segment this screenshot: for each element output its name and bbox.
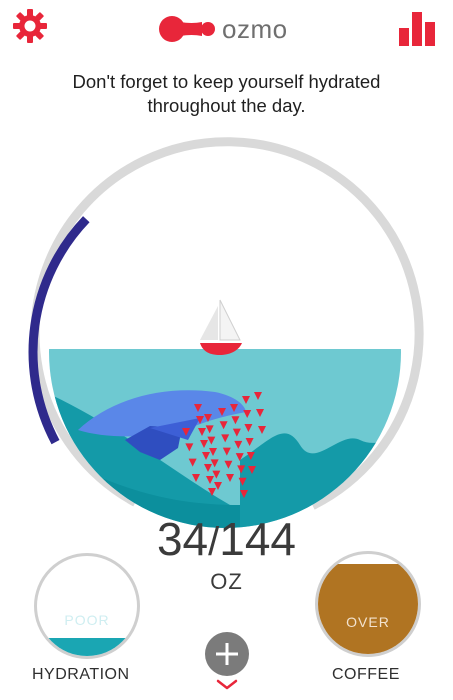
progress-arc: [28, 216, 90, 445]
intake-marker: [214, 482, 222, 490]
intake-marker: [219, 421, 228, 430]
intake-marker: [212, 470, 221, 479]
coffee-label: COFFEE: [332, 666, 400, 683]
hydration-gauge-mini[interactable]: POOR: [34, 553, 140, 659]
intake-separator: /: [208, 520, 220, 564]
whale-shape: [78, 390, 246, 437]
intake-marker: [205, 425, 214, 434]
intake-goal: 144: [219, 513, 297, 565]
coffee-gauge-mini[interactable]: OVER: [315, 551, 421, 657]
intake-marker: [185, 443, 194, 452]
intake-marker: [258, 426, 266, 434]
intake-marker: [248, 466, 256, 474]
add-drink-button[interactable]: [205, 632, 249, 676]
intake-marker: [232, 428, 241, 437]
intake-marker: [222, 447, 231, 456]
intake-marker: [240, 490, 248, 498]
app-logo: ozmo: [158, 10, 288, 48]
intake-marker: [188, 458, 197, 467]
bar-chart-icon[interactable]: [399, 12, 435, 46]
intake-marker: [245, 438, 254, 446]
intake-marker: [208, 488, 216, 496]
ozmo-logo-icon: [159, 16, 215, 42]
intake-marker: [196, 416, 204, 424]
intake-marker: [224, 460, 233, 469]
hydration-fill: [37, 638, 137, 656]
intake-marker: [231, 416, 240, 425]
intake-marker: [237, 465, 246, 474]
intake-marker: [254, 392, 262, 400]
app-header: ozmo: [0, 0, 453, 58]
intake-marker: [256, 409, 264, 417]
intake-marker: [198, 428, 206, 436]
intake-marker: [238, 477, 247, 486]
intake-markers: [182, 392, 266, 498]
intake-marker: [218, 408, 226, 416]
intake-marker: [226, 474, 234, 482]
reminder-line-1: Don't forget to keep yourself hydrated: [72, 71, 381, 92]
intake-marker: [242, 396, 250, 404]
intake-marker: [204, 464, 212, 472]
intake-marker: [192, 474, 200, 482]
chevron-down-icon[interactable]: [215, 678, 239, 692]
intake-marker: [182, 428, 190, 436]
hydration-reminder: Don't forget to keep yourself hydrated t…: [20, 70, 433, 118]
intake-marker: [246, 452, 255, 460]
reminder-line-2: throughout the day.: [147, 95, 306, 116]
intake-marker: [221, 434, 230, 443]
coffee-fill: [318, 564, 418, 654]
sailboat-icon: [200, 299, 242, 355]
hydration-label: HYDRATION: [32, 666, 130, 683]
intake-marker: [209, 448, 217, 456]
intake-marker: [200, 440, 208, 448]
intake-marker: [234, 440, 243, 449]
intake-marker: [210, 459, 219, 468]
logo-text: ozmo: [222, 13, 288, 44]
intake-marker: [202, 452, 210, 460]
hydration-status: POOR: [64, 612, 110, 628]
intake-marker: [204, 414, 212, 422]
gear-icon[interactable]: [12, 8, 48, 44]
intake-marker: [194, 404, 202, 412]
intake-current: 34: [156, 513, 209, 565]
intake-marker: [235, 453, 244, 462]
intake-marker: [244, 424, 253, 432]
intake-marker: [206, 476, 214, 484]
coffee-status: OVER: [346, 614, 390, 630]
intake-marker: [207, 436, 216, 445]
intake-marker: [230, 404, 238, 412]
progress-track: [30, 137, 424, 510]
ocean-scene: [49, 176, 401, 528]
intake-marker: [243, 410, 252, 418]
